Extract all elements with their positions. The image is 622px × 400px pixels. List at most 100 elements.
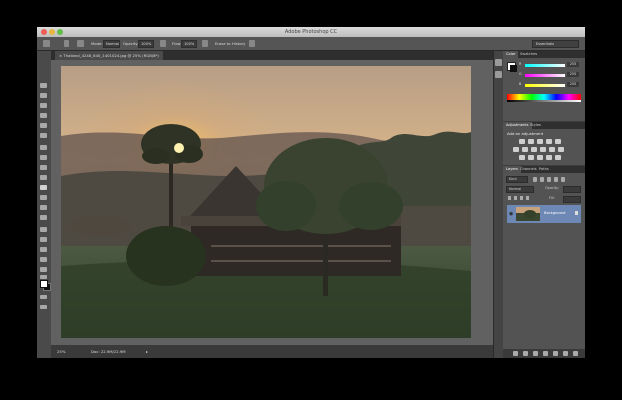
adjustments-panel: Add an adjustment bbox=[503, 129, 585, 165]
layer-opacity-field[interactable] bbox=[563, 186, 581, 193]
channel-mixer-icon[interactable] bbox=[549, 147, 555, 152]
new-group-icon[interactable] bbox=[553, 351, 558, 356]
color-balance-icon[interactable] bbox=[522, 147, 528, 152]
pressure-opacity-icon[interactable] bbox=[160, 40, 166, 47]
blue-slider[interactable] bbox=[525, 84, 565, 87]
layer-filter-kind[interactable]: Kind bbox=[506, 176, 528, 183]
lasso-tool-icon[interactable] bbox=[40, 103, 47, 108]
color-panel-tabs: Color Swatches bbox=[503, 51, 585, 58]
layer-fill-label: Fill: bbox=[549, 196, 555, 200]
opacity-label: Opacity: bbox=[123, 41, 139, 46]
shape-tool-icon[interactable] bbox=[40, 257, 47, 262]
link-layers-icon[interactable] bbox=[513, 351, 518, 356]
eraser-tool-icon[interactable] bbox=[40, 185, 47, 190]
delete-layer-icon[interactable] bbox=[573, 351, 578, 356]
marquee-tool-icon[interactable] bbox=[40, 93, 47, 98]
mode-select[interactable]: Normal bbox=[103, 40, 120, 48]
red-value[interactable]: 255 bbox=[567, 62, 579, 67]
filter-type-icon[interactable] bbox=[547, 177, 551, 182]
levels-icon[interactable] bbox=[528, 139, 534, 144]
pressure-size-icon[interactable] bbox=[249, 40, 255, 47]
quick-mask-icon[interactable] bbox=[40, 295, 47, 299]
tab-styles[interactable]: Styles bbox=[527, 122, 544, 129]
brightness-contrast-icon[interactable] bbox=[519, 139, 525, 144]
history-panel-icon[interactable] bbox=[495, 59, 502, 66]
filter-pixel-icon[interactable] bbox=[533, 177, 537, 182]
layer-fill-field[interactable] bbox=[563, 196, 581, 203]
quick-select-tool-icon[interactable] bbox=[40, 113, 47, 118]
color-lookup-icon[interactable] bbox=[558, 147, 564, 152]
eraser-preset-icon[interactable] bbox=[43, 40, 50, 47]
canvas-area[interactable] bbox=[51, 60, 493, 345]
pen-tool-icon[interactable] bbox=[40, 227, 47, 232]
eyedropper-tool-icon[interactable] bbox=[40, 133, 47, 138]
lock-position-icon[interactable] bbox=[520, 196, 523, 200]
visibility-eye-icon[interactable]: ◉ bbox=[509, 211, 513, 217]
threshold-icon[interactable] bbox=[537, 155, 543, 160]
workspace-switcher[interactable]: Essentials bbox=[532, 40, 579, 48]
erase-to-history-checkbox[interactable]: Erase to History bbox=[215, 37, 245, 50]
black-white-icon[interactable] bbox=[531, 147, 537, 152]
layer-style-icon[interactable] bbox=[523, 351, 528, 356]
zoom-tool-icon[interactable] bbox=[40, 275, 47, 279]
blur-tool-icon[interactable] bbox=[40, 205, 47, 210]
filter-shape-icon[interactable] bbox=[554, 177, 558, 182]
layer-mask-icon[interactable] bbox=[533, 351, 538, 356]
layer-row-background[interactable]: ◉ Background bbox=[507, 205, 581, 223]
red-slider[interactable] bbox=[525, 64, 565, 67]
status-menu-arrow-icon[interactable]: ▸ bbox=[146, 345, 148, 358]
properties-panel-icon[interactable] bbox=[495, 71, 502, 78]
title-bar: Adobe Photoshop CC bbox=[37, 27, 585, 37]
gradient-map-icon[interactable] bbox=[546, 155, 552, 160]
brush-tool-icon[interactable] bbox=[40, 155, 47, 160]
path-select-icon[interactable] bbox=[40, 247, 47, 252]
green-value[interactable]: 255 bbox=[567, 72, 579, 77]
channel-g-label: G bbox=[519, 72, 522, 76]
posterize-icon[interactable] bbox=[528, 155, 534, 160]
lock-transparent-icon[interactable] bbox=[508, 196, 511, 200]
hand-tool-icon[interactable] bbox=[40, 267, 47, 272]
layer-name[interactable]: Background bbox=[544, 211, 565, 215]
dodge-tool-icon[interactable] bbox=[40, 215, 47, 220]
grayscale-ramp[interactable] bbox=[507, 100, 581, 102]
new-adjustment-layer-icon[interactable] bbox=[543, 351, 548, 356]
blue-value[interactable]: 255 bbox=[567, 82, 579, 87]
screen-mode-icon[interactable] bbox=[40, 305, 47, 309]
photo-filter-icon[interactable] bbox=[540, 147, 546, 152]
tab-swatches[interactable]: Swatches bbox=[517, 51, 540, 58]
foreground-color-swatch[interactable] bbox=[40, 280, 48, 288]
healing-brush-icon[interactable] bbox=[40, 145, 47, 150]
new-layer-icon[interactable] bbox=[563, 351, 568, 356]
gradient-tool-icon[interactable] bbox=[40, 195, 47, 200]
filter-adjustment-icon[interactable] bbox=[540, 177, 544, 182]
airbrush-icon[interactable] bbox=[202, 40, 208, 47]
move-tool-icon[interactable] bbox=[40, 83, 47, 88]
invert-icon[interactable] bbox=[519, 155, 525, 160]
brush-panel-icon[interactable] bbox=[77, 40, 84, 47]
history-brush-icon[interactable] bbox=[40, 175, 47, 180]
lock-pixels-icon[interactable] bbox=[514, 196, 517, 200]
selective-color-icon[interactable] bbox=[555, 155, 561, 160]
flow-field[interactable]: 100% bbox=[181, 40, 197, 48]
crop-tool-icon[interactable] bbox=[40, 123, 47, 128]
lock-all-icon[interactable] bbox=[526, 196, 529, 200]
document-canvas[interactable] bbox=[61, 66, 471, 338]
brush-size-icon[interactable] bbox=[64, 40, 69, 47]
layer-thumbnail bbox=[516, 207, 540, 221]
type-tool-icon[interactable] bbox=[40, 237, 47, 242]
curves-icon[interactable] bbox=[537, 139, 543, 144]
blend-mode-select[interactable]: Normal bbox=[506, 186, 534, 193]
tab-paths[interactable]: Paths bbox=[536, 166, 552, 173]
exposure-icon[interactable] bbox=[546, 139, 552, 144]
lock-icons[interactable] bbox=[506, 196, 530, 201]
vibrance-icon[interactable] bbox=[555, 139, 561, 144]
opacity-field[interactable]: 100% bbox=[138, 40, 154, 48]
filter-smart-icon[interactable] bbox=[561, 177, 565, 182]
document-tab[interactable]: × Thailand_4248_640_1401024.jpg @ 25% (R… bbox=[55, 51, 163, 60]
clone-stamp-icon[interactable] bbox=[40, 165, 47, 170]
zoom-level[interactable]: 25% bbox=[57, 345, 65, 358]
green-slider[interactable] bbox=[525, 74, 565, 77]
color-background-swatch[interactable] bbox=[510, 65, 517, 72]
layers-panel: Kind Normal Opacity: Fill: ◉ Background bbox=[503, 173, 585, 358]
hue-saturation-icon[interactable] bbox=[513, 147, 519, 152]
